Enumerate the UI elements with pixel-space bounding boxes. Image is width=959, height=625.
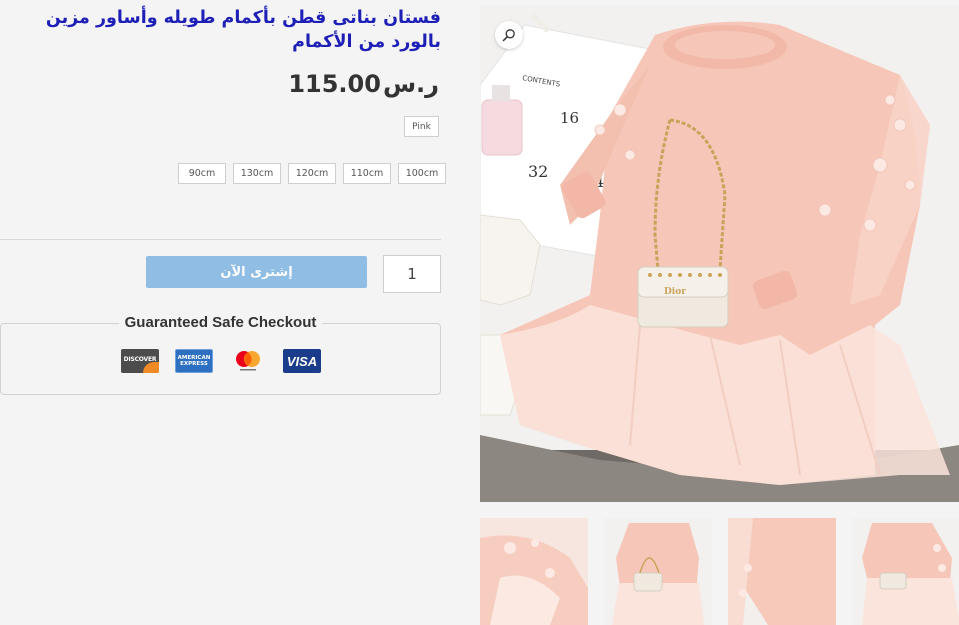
product-main-image[interactable]: CONTENTS 4 16 32 54 (480, 5, 959, 502)
thumbnail-4[interactable] (852, 518, 959, 625)
color-option-pink[interactable]: Pink (404, 116, 439, 137)
divider (0, 239, 441, 240)
svg-text:16: 16 (560, 109, 579, 127)
safe-checkout-box: Guaranteed Safe Checkout DISCOVER AMERIC… (0, 314, 441, 395)
price-currency: ر.س (382, 70, 439, 98)
size-option-120cm[interactable]: 120cm (288, 163, 336, 184)
thumbnail-image (852, 518, 959, 625)
thumbnail-2[interactable] (604, 518, 712, 625)
price-amount: 115.00 (288, 70, 381, 98)
thumbnail-image (604, 518, 712, 625)
thumbnail-1[interactable] (480, 518, 588, 625)
search-icon[interactable] (495, 21, 523, 49)
amex-icon: AMERICAN EXPRESS (175, 349, 213, 373)
buy-now-button[interactable]: إشترى الآن (146, 256, 367, 288)
product-price: ر.س115.00 (288, 70, 439, 98)
size-option-100cm[interactable]: 100cm (398, 163, 446, 184)
discover-icon: DISCOVER (121, 349, 159, 373)
mastercard-logo (236, 351, 260, 371)
product-summary: فستان بناتى قطن بأكمام طويله وأساور مزين… (0, 0, 446, 625)
mastercard-icon (229, 349, 267, 373)
payment-icons: DISCOVER AMERICAN EXPRESS VISA (121, 349, 321, 373)
visa-icon: VISA (283, 349, 321, 373)
thumbnail-image (480, 518, 588, 625)
dress-photo: CONTENTS 4 16 32 54 (480, 5, 959, 502)
size-option-90cm[interactable]: 90cm (178, 163, 226, 184)
svg-text:Dior: Dior (664, 287, 686, 297)
thumbnail-image (728, 518, 836, 625)
magnifier-glyph (502, 29, 515, 42)
product-title: فستان بناتى قطن بأكمام طويله وأساور مزين… (45, 8, 441, 52)
product-page: فستان بناتى قطن بأكمام طويله وأساور مزين… (0, 0, 959, 625)
size-options: 90cm 130cm 120cm 110cm 100cm (178, 163, 446, 184)
discover-text: DISCOVER (123, 355, 157, 363)
svg-text:32: 32 (528, 162, 548, 181)
size-option-130cm[interactable]: 130cm (233, 163, 281, 184)
thumbnail-strip (480, 518, 959, 625)
thumbnail-3[interactable] (728, 518, 836, 625)
quantity-input[interactable] (383, 255, 441, 293)
amex-text-line2: EXPRESS (180, 361, 208, 367)
size-option-110cm[interactable]: 110cm (343, 163, 391, 184)
safe-checkout-title: Guaranteed Safe Checkout (118, 314, 323, 331)
